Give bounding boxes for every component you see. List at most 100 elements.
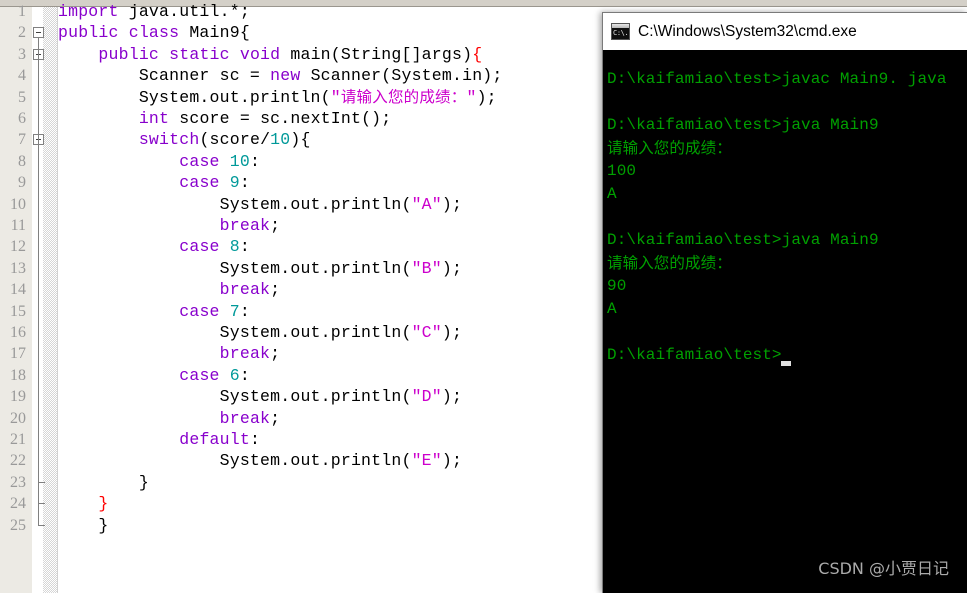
code-token: ; (270, 344, 281, 364)
code-token: } (58, 472, 149, 492)
code-token: int (138, 109, 180, 128)
code-token: : (239, 173, 250, 193)
code-token: switch (138, 130, 200, 150)
console-line: D:\kaifamiao\test> (607, 346, 782, 364)
code-token: ); (441, 323, 463, 342)
code-line-text: case 8: (58, 236, 250, 257)
code-token: 10 (270, 130, 291, 150)
code-token: ; (270, 408, 281, 428)
code-token: Main9{ (189, 23, 250, 43)
console-line: 100 (607, 162, 637, 180)
console-line: A (607, 300, 617, 318)
console-title-text: C:\Windows\System32\cmd.exe (638, 22, 857, 40)
code-token: : (249, 430, 261, 449)
code-token: : (249, 151, 261, 171)
code-line-text: default: (58, 429, 260, 450)
code-line-text: } (58, 472, 149, 493)
code-token: : (239, 301, 250, 321)
code-token: ; (270, 280, 281, 300)
code-token: break (219, 216, 271, 235)
csdn-watermark: CSDN @小贾日记 (818, 559, 949, 578)
code-line-text: break; (58, 343, 280, 364)
line-number: 4 (18, 67, 26, 85)
line-number: 17 (10, 345, 26, 363)
code-token: case (179, 365, 230, 385)
console-line: 请输入您的成绩： (607, 254, 732, 272)
code-token: ); (441, 194, 463, 214)
console-output-area[interactable]: D:\kaifamiao\test>javac Main9. java D:\ka… (603, 50, 967, 593)
code-token: } (58, 515, 109, 535)
code-token: break (219, 280, 271, 300)
code-line-text: break; (58, 408, 280, 429)
code-line-text: System.out.println("B"); (58, 258, 462, 279)
code-token: new (270, 66, 311, 86)
fold-end-marker (38, 524, 45, 526)
code-token: 7 (229, 301, 240, 321)
cmd-console-window[interactable]: C:\. C:\Windows\System32\cmd.exe D:\kaif… (602, 12, 967, 593)
code-token: "E" (411, 451, 442, 471)
code-token: case (179, 301, 230, 321)
code-token: System.out.println( (58, 194, 412, 214)
code-token: Scanner(System.in); (310, 66, 503, 86)
code-line-text: case 9: (58, 172, 250, 193)
line-number: 7 (18, 131, 26, 149)
console-line: D:\kaifamiao\test>javac Main9. java (607, 70, 947, 88)
code-line-text: case 10: (58, 151, 260, 172)
code-token: default (179, 430, 250, 449)
console-line: 请输入您的成绩： (607, 139, 732, 157)
console-line: D:\kaifamiao\test>java Main9 (607, 231, 879, 249)
code-token: " (330, 87, 341, 107)
code-token: score = sc.nextInt(); (179, 109, 392, 128)
code-line-text: switch(score/10){ (58, 129, 311, 150)
line-number: 15 (10, 302, 26, 320)
line-number: 18 (10, 366, 26, 384)
code-line-text: case 6: (58, 365, 250, 386)
code-token: "A" (411, 194, 442, 214)
line-number: 14 (10, 281, 26, 299)
line-number: 16 (10, 324, 26, 341)
fold-end-marker (38, 503, 45, 505)
console-title-bar[interactable]: C:\. C:\Windows\System32\cmd.exe (603, 13, 967, 50)
code-token: break (219, 408, 271, 428)
code-token: ){ (290, 130, 311, 150)
code-token: { (472, 44, 483, 64)
line-number: 24 (10, 495, 26, 513)
cmd-console-icon: C:\. (611, 23, 630, 40)
line-number: 6 (18, 110, 26, 127)
code-token: ); (441, 387, 463, 407)
line-number: 10 (10, 195, 26, 213)
code-token: java.util.*; (128, 2, 250, 21)
code-token: 请输入您的成绩： (340, 87, 467, 106)
code-token: 9 (229, 173, 240, 193)
code-token: 8 (229, 237, 240, 257)
console-line: 90 (607, 277, 627, 295)
code-token: "D" (411, 387, 442, 407)
code-token: 10 (229, 151, 250, 171)
line-number: 21 (10, 431, 26, 448)
code-token: case (179, 151, 230, 171)
code-line-text: import java.util.*; (58, 1, 250, 22)
console-line: D:\kaifamiao\test>java Main9 (607, 116, 879, 134)
console-cursor (780, 361, 791, 366)
code-token: case (179, 173, 230, 193)
code-line-text: case 7: (58, 301, 250, 322)
code-line-text: } (58, 493, 109, 514)
code-line-text: System.out.println("请输入您的成绩："); (58, 87, 497, 108)
code-line-text: System.out.println("D"); (58, 386, 462, 407)
code-token: " (466, 87, 477, 107)
code-token: : (239, 237, 250, 257)
line-number: 22 (10, 452, 26, 470)
fold-end-marker (38, 481, 45, 483)
code-token: 6 (229, 365, 240, 385)
fold-toggle-icon[interactable] (33, 27, 44, 39)
code-token: import (58, 2, 129, 21)
code-token: Scanner sc = (58, 66, 271, 86)
